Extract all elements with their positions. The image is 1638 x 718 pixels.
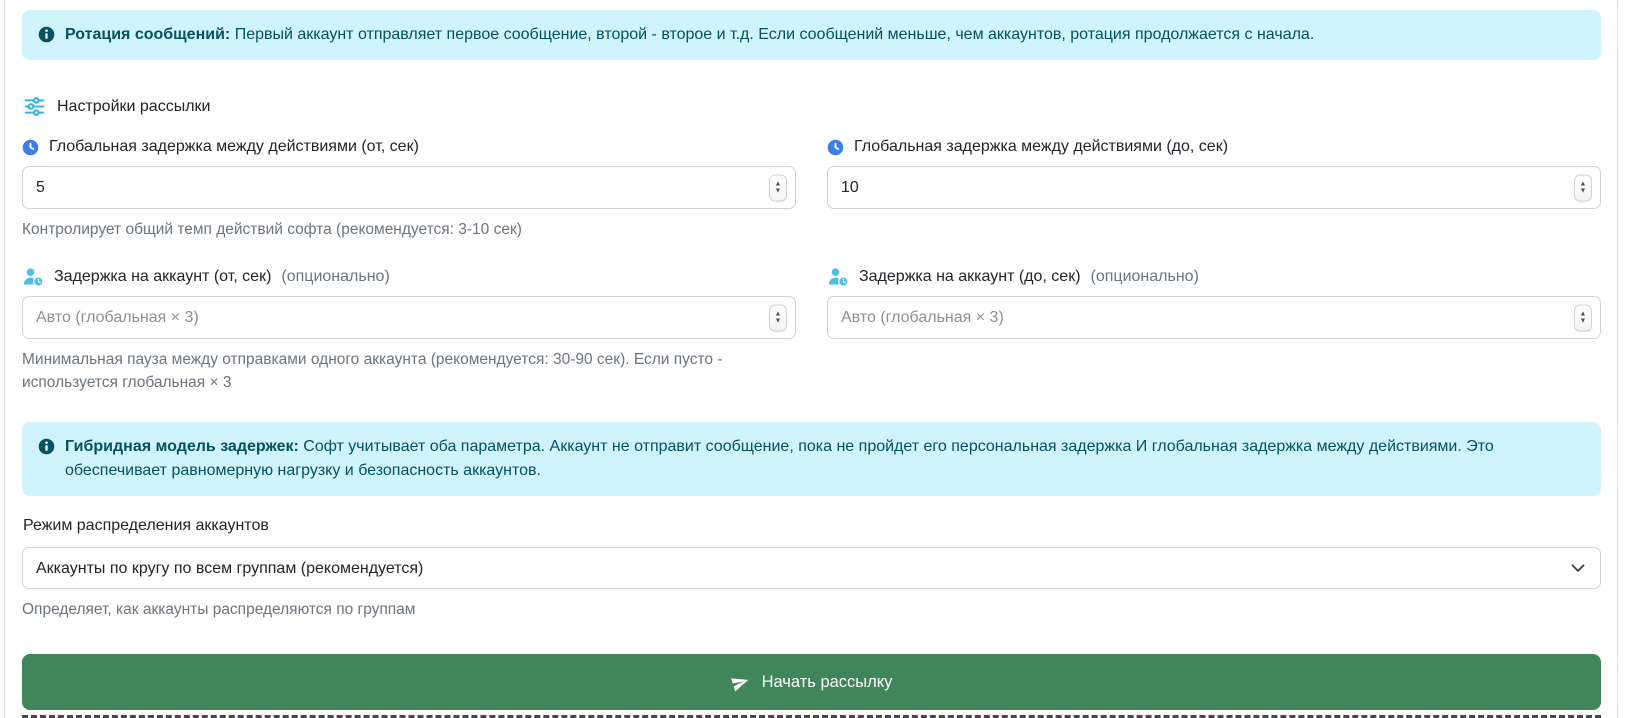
- hybrid-model-title: Гибридная модель задержек:: [65, 438, 299, 455]
- settings-panel: Ротация сообщений: Первый аккаунт отправ…: [4, 0, 1618, 718]
- global-delay-from-input[interactable]: [22, 166, 796, 209]
- paper-plane-icon: [728, 670, 752, 694]
- global-delay-to-group: Глобальная задержка между действиями (до…: [827, 137, 1601, 241]
- account-delay-from-input-wrap: ▲▼: [22, 296, 796, 339]
- account-delay-from-label: Задержка на аккаунт (от, сек) (опциональ…: [22, 267, 796, 287]
- hybrid-model-text: Гибридная модель задержек: Софт учитывае…: [65, 438, 1494, 479]
- sliders-icon: [24, 96, 45, 117]
- account-delay-row: Задержка на аккаунт (от, сек) (опциональ…: [22, 267, 1601, 394]
- account-delay-to-input[interactable]: [827, 296, 1601, 339]
- global-delay-to-input[interactable]: [827, 166, 1601, 209]
- mailing-settings-header: Настройки рассылки: [24, 96, 1601, 117]
- account-delay-from-input[interactable]: [22, 296, 796, 339]
- account-delay-help: Минимальная пауза между отправками одног…: [22, 351, 723, 391]
- account-delay-to-input-wrap: ▲▼: [827, 296, 1601, 339]
- global-delay-from-label: Глобальная задержка между действиями (от…: [22, 137, 796, 157]
- global-delay-help: Контролирует общий темп действий софта (…: [22, 221, 522, 238]
- rotation-info-text: Ротация сообщений: Первый аккаунт отправ…: [65, 26, 1315, 43]
- global-delay-to-label: Глобальная задержка между действиями (до…: [827, 137, 1601, 157]
- start-mailing-label: Начать рассылку: [761, 672, 893, 691]
- number-stepper[interactable]: ▲ ▼: [1574, 174, 1592, 201]
- account-delay-to-group: Задержка на аккаунт (до, сек) (опциональ…: [827, 267, 1601, 394]
- global-delay-from-group: Глобальная задержка между действиями (от…: [22, 137, 796, 241]
- distribution-mode-label: Режим распределения аккаунтов: [23, 517, 269, 534]
- clock-icon: [827, 139, 844, 156]
- optional-note: (опционально): [281, 268, 390, 285]
- global-delay-row: Глобальная задержка между действиями (от…: [22, 137, 1601, 241]
- section-title: Настройки рассылки: [57, 97, 211, 115]
- info-circle-icon: [38, 26, 55, 43]
- optional-note: (опционально): [1090, 268, 1199, 285]
- user-clock-icon: [22, 267, 44, 287]
- start-mailing-button[interactable]: Начать рассылку: [22, 654, 1601, 710]
- distribution-select-wrap: Аккаунты по кругу по всем группам (реком…: [22, 547, 1601, 589]
- hybrid-model-alert: Гибридная модель задержек: Софт учитывае…: [22, 422, 1601, 496]
- number-stepper[interactable]: ▲ ▼: [1574, 304, 1592, 331]
- account-delay-to-label: Задержка на аккаунт (до, сек) (опциональ…: [827, 267, 1601, 287]
- rotation-info-alert: Ротация сообщений: Первый аккаунт отправ…: [22, 10, 1601, 60]
- distribution-mode-help: Определяет, как аккаунты распределяются …: [22, 601, 416, 618]
- global-delay-from-input-wrap: ▲▼: [22, 166, 796, 209]
- user-clock-icon: [827, 267, 849, 287]
- number-stepper[interactable]: ▲ ▼: [769, 304, 787, 331]
- number-stepper[interactable]: ▲ ▼: [769, 174, 787, 201]
- account-delay-from-group: Задержка на аккаунт (от, сек) (опциональ…: [22, 267, 796, 394]
- distribution-mode-select[interactable]: Аккаунты по кругу по всем группам (реком…: [22, 547, 1601, 589]
- distribution-mode-group: Режим распределения аккаунтов Аккаунты п…: [22, 516, 1601, 621]
- info-circle-icon: [38, 438, 55, 455]
- global-delay-to-input-wrap: ▲▼: [827, 166, 1601, 209]
- rotation-info-title: Ротация сообщений:: [65, 26, 231, 43]
- clock-icon: [22, 139, 39, 156]
